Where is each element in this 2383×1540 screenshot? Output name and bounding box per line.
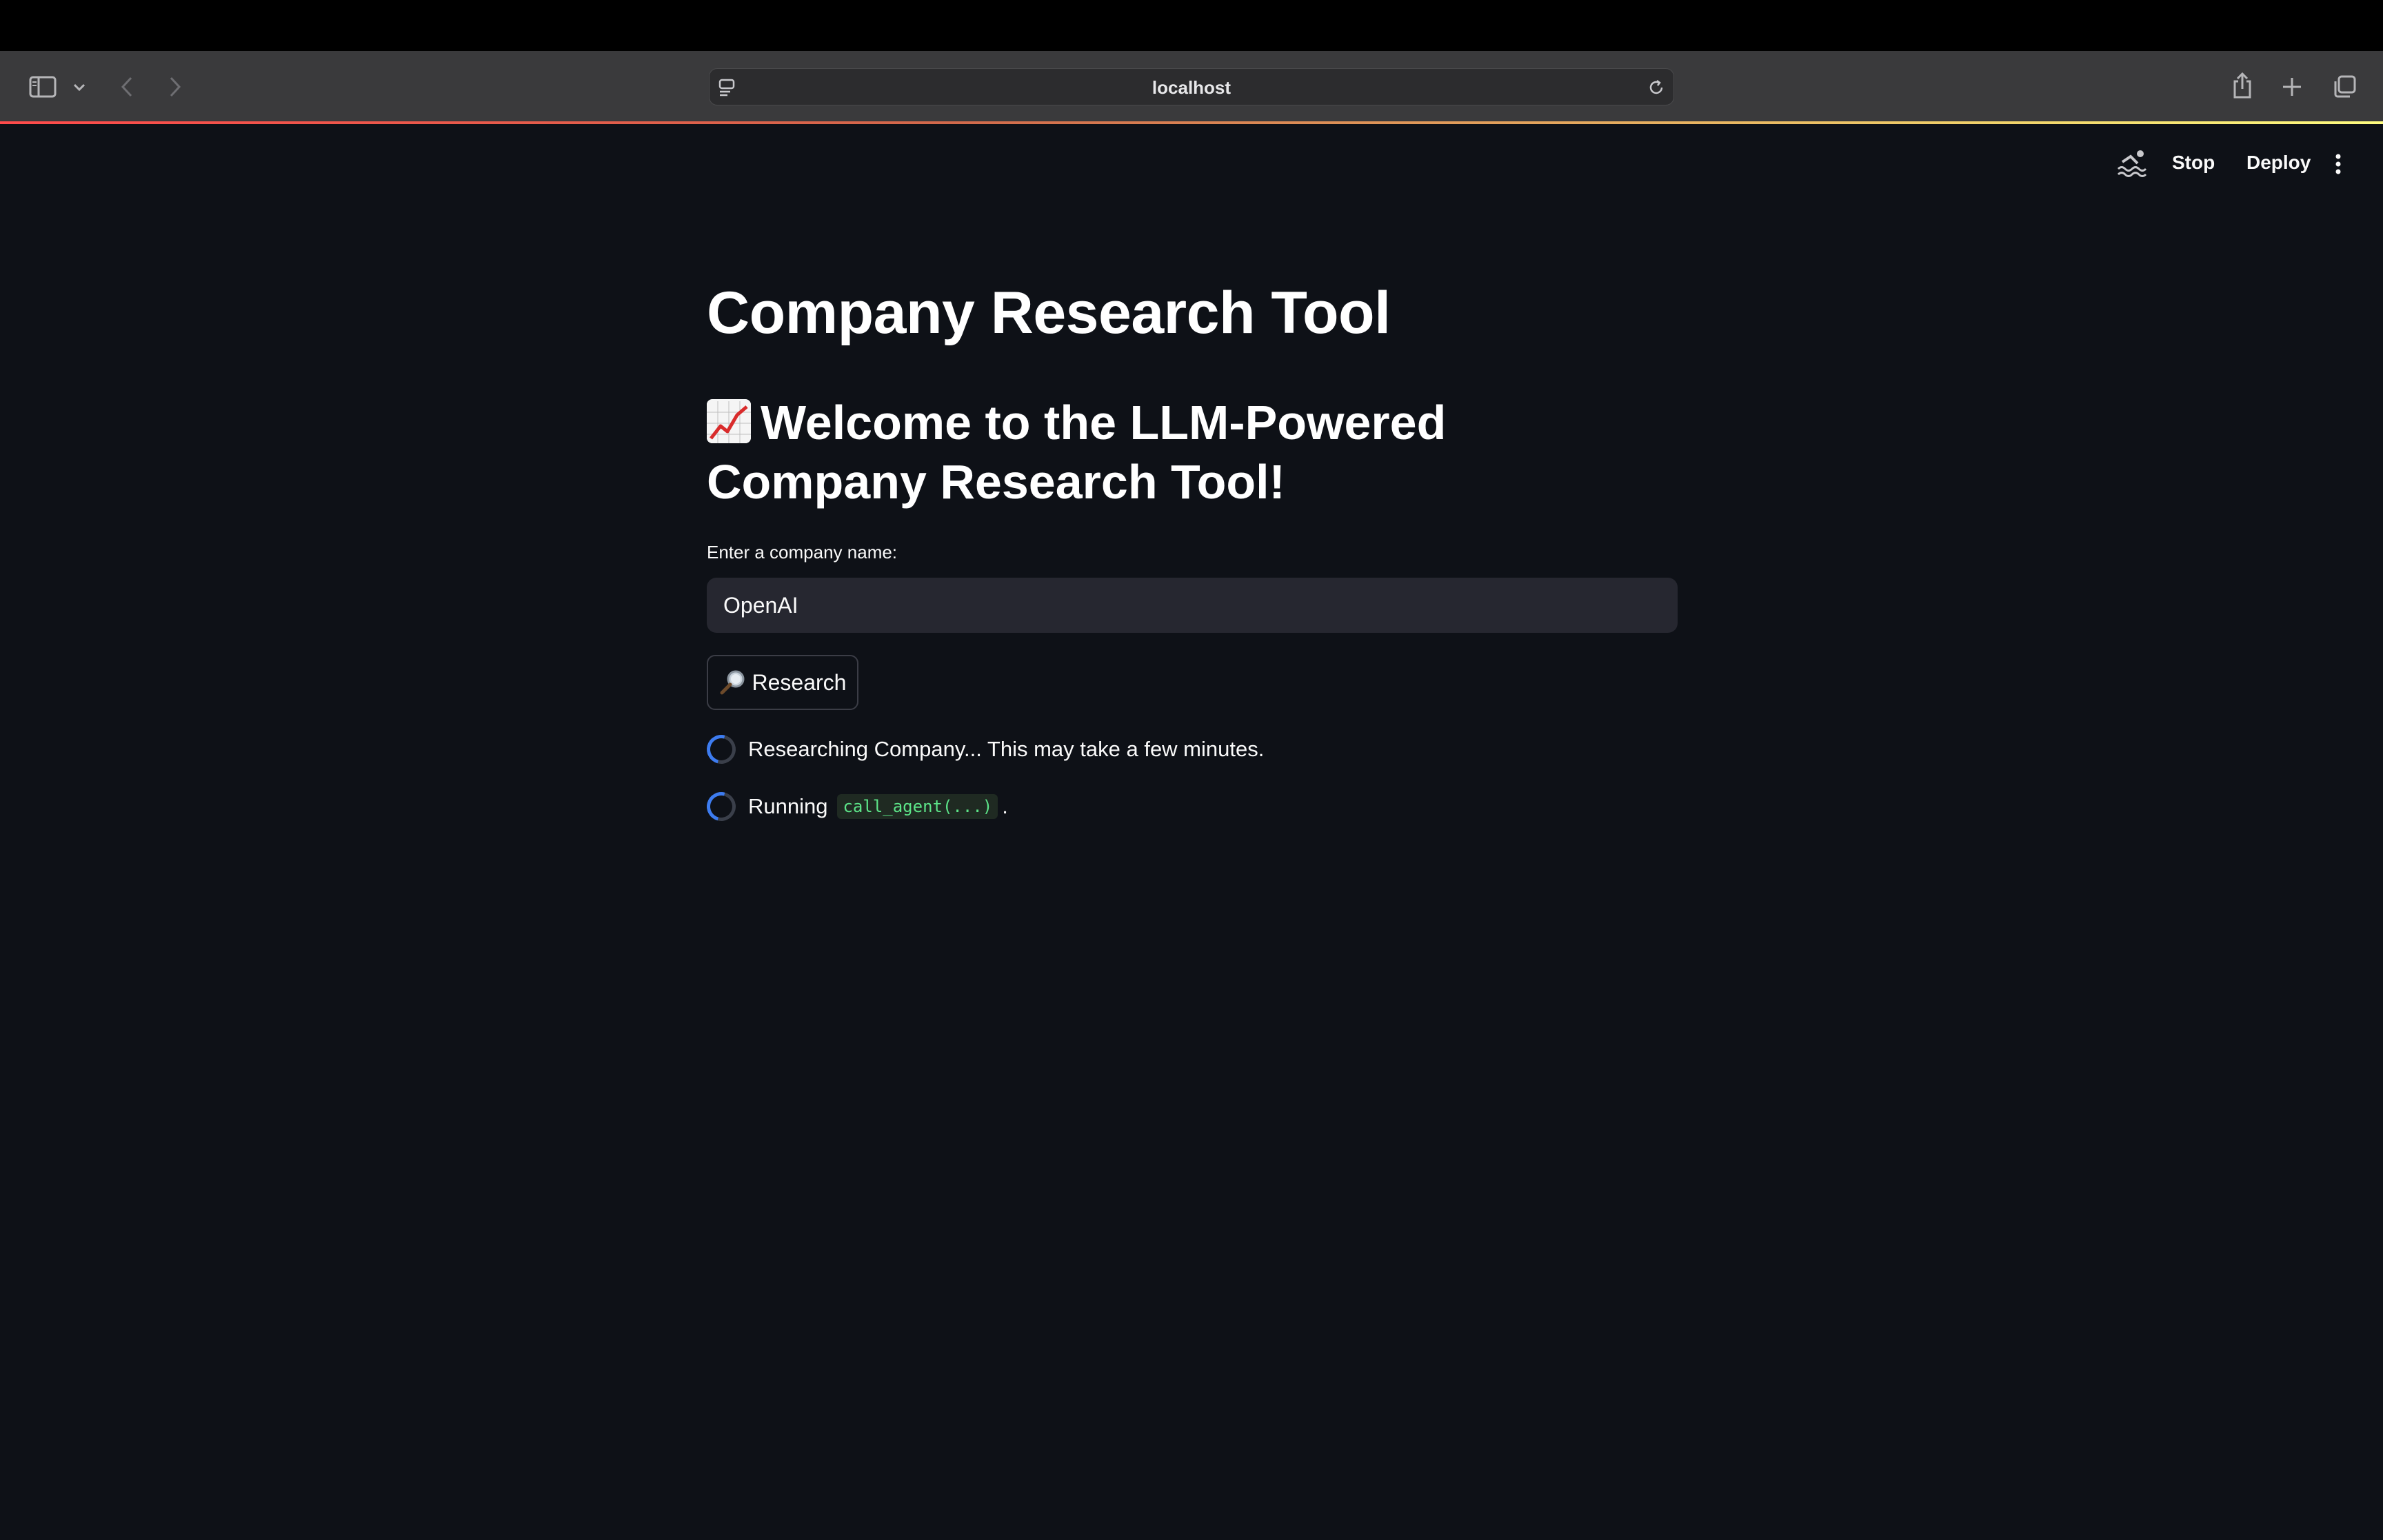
forward-arrow-icon[interactable] — [163, 74, 188, 99]
sidebar-toggle-icon[interactable] — [28, 72, 58, 102]
subheader-text: Welcome to the LLM-Powered Company Resea… — [707, 396, 1447, 509]
page-title: Company Research Tool — [707, 280, 1391, 346]
research-button-label: Research — [752, 669, 847, 695]
address-bar[interactable]: localhost — [709, 68, 1674, 105]
share-icon[interactable] — [2229, 70, 2256, 101]
browser-toolbar: localhost — [0, 51, 2383, 123]
research-button[interactable]: Research — [707, 655, 858, 710]
tab-overview-icon[interactable] — [2331, 73, 2358, 101]
spinner-icon — [701, 787, 741, 827]
status-running-prefix: Running — [748, 794, 828, 818]
spinner-icon — [701, 729, 741, 769]
company-name-input[interactable] — [707, 578, 1678, 633]
page-loading-bar — [0, 121, 2383, 124]
status-researching-text: Researching Company... This may take a f… — [748, 737, 1265, 761]
deploy-button[interactable]: Deploy — [2246, 152, 2311, 174]
status-researching: Researching Company... This may take a f… — [701, 729, 1265, 769]
status-running-code: call_agent(...) — [837, 794, 998, 819]
main-menu-icon[interactable] — [2328, 150, 2349, 178]
status-running: Running call_agent(...) . — [701, 787, 1008, 827]
magnifying-glass-icon — [719, 669, 747, 696]
address-text[interactable]: localhost — [710, 69, 1673, 106]
new-tab-icon[interactable] — [2278, 73, 2306, 101]
chevron-down-icon[interactable] — [69, 77, 90, 98]
back-arrow-icon[interactable] — [114, 74, 139, 99]
stop-button[interactable]: Stop — [2172, 152, 2215, 174]
company-name-label: Enter a company name: — [707, 542, 898, 563]
running-swimmer-icon — [2115, 146, 2150, 181]
os-top-bar — [0, 0, 2383, 51]
chart-increasing-icon — [707, 399, 751, 443]
status-running-suffix: . — [1002, 794, 1008, 818]
reload-icon[interactable] — [1646, 77, 1667, 98]
welcome-subheader: Welcome to the LLM-Powered Company Resea… — [707, 393, 1679, 511]
